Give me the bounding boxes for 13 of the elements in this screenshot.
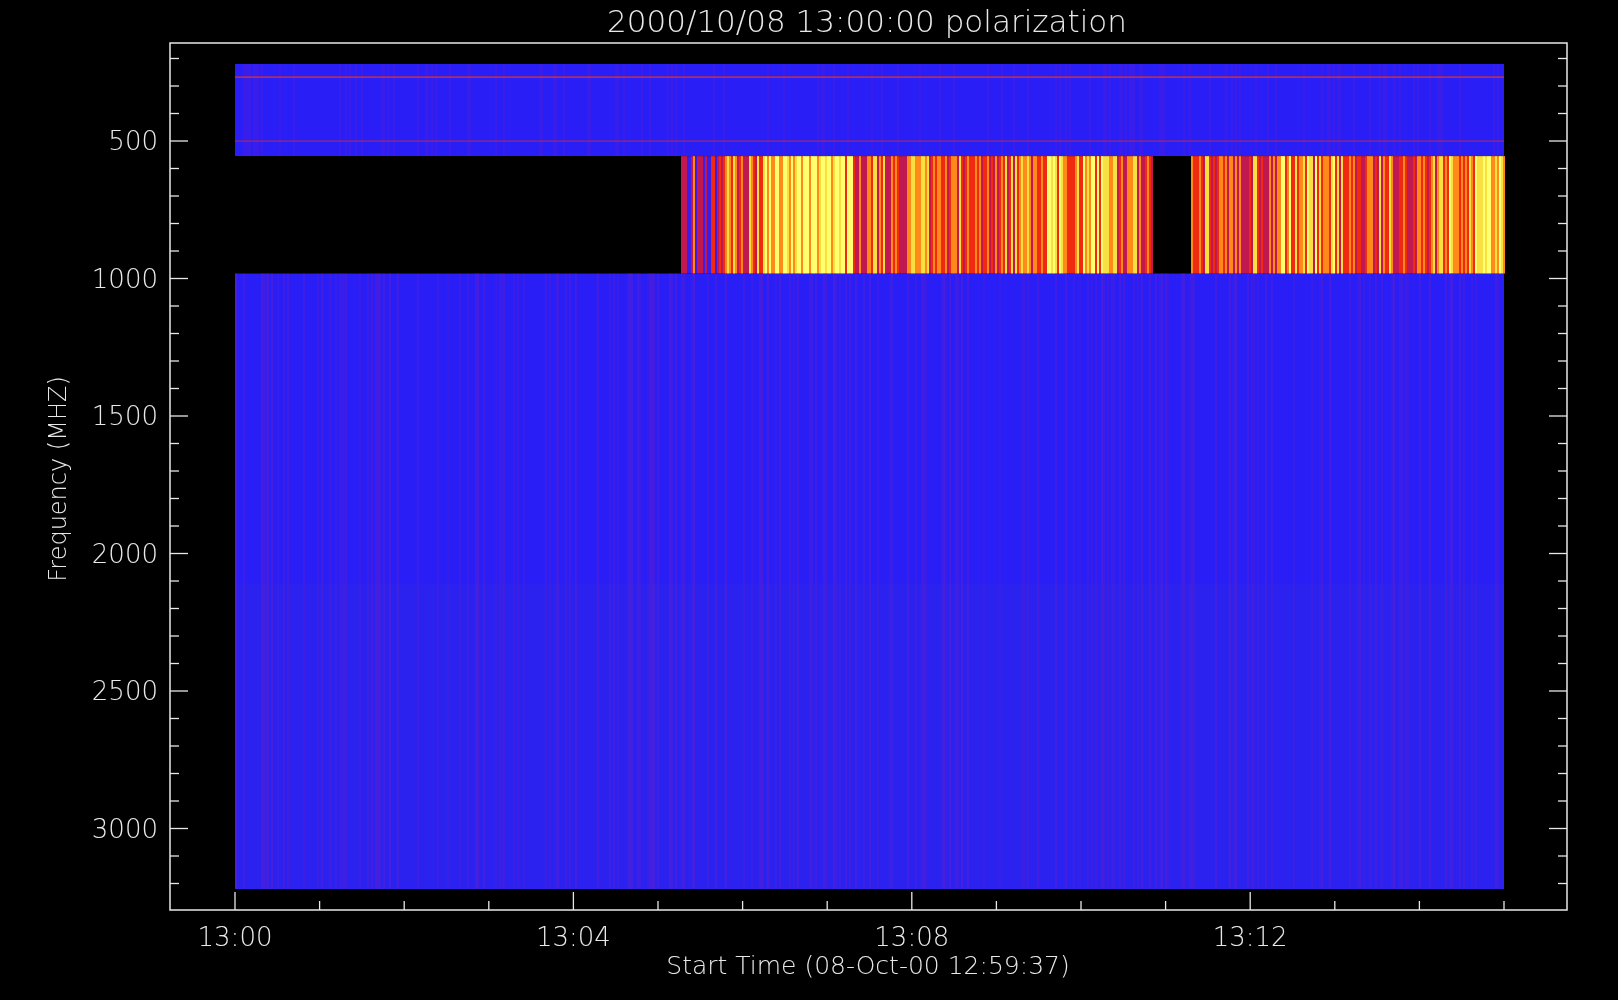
- x-axis-label: Start Time (08-Oct-00 12:59:37): [666, 951, 1070, 980]
- y-tick-label: 3000: [91, 813, 158, 844]
- x-tick-label: 13:00: [197, 922, 273, 952]
- y-axis-label: Frequency (MHZ): [44, 376, 72, 582]
- y-tick-label: 1000: [91, 263, 158, 294]
- y-tick-label: 1500: [91, 401, 158, 431]
- y-tick-label: 500: [108, 126, 158, 156]
- chart-title: 2000/10/08 13:00:00 polarization: [607, 4, 1127, 38]
- x-tick-label: 13:08: [874, 922, 950, 952]
- y-tick-label: 2500: [91, 676, 158, 706]
- x-tick-label: 13:12: [1212, 922, 1288, 952]
- y-tick-label: 2000: [91, 538, 158, 569]
- x-tick-label: 13:04: [535, 922, 611, 952]
